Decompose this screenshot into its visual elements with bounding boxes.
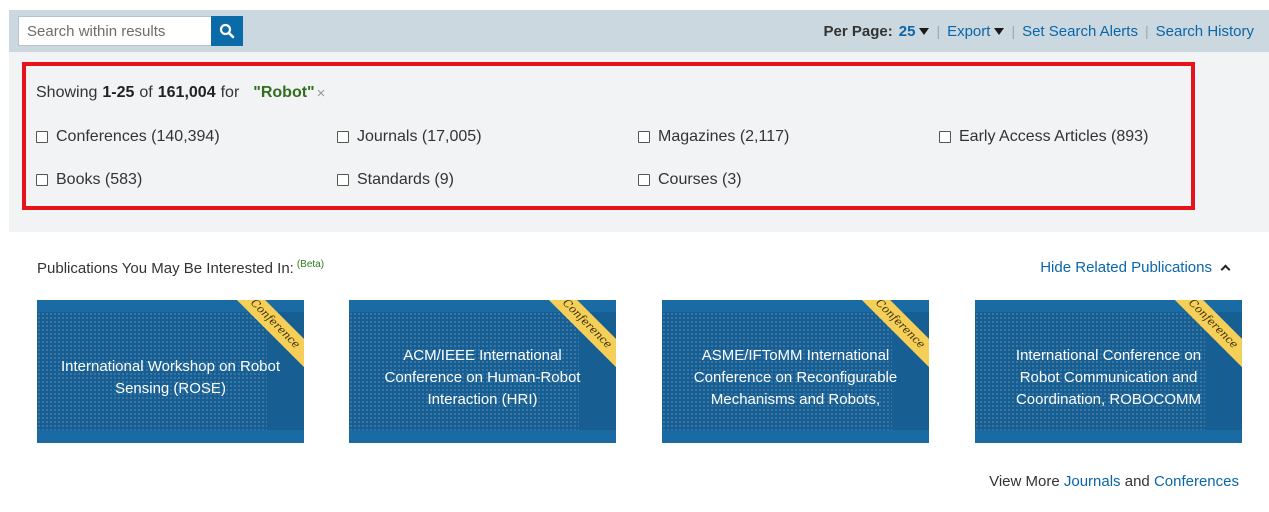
hide-related-publications-link[interactable]: Hide Related Publications (1040, 259, 1231, 276)
caret-down-icon (919, 28, 930, 36)
card-title: ACM/IEEE International Conference on Hum… (384, 347, 581, 408)
and-text: and (1124, 473, 1150, 490)
publication-card[interactable]: ASME/IFToMM International Conference on … (662, 300, 929, 443)
separator: | (1144, 23, 1149, 39)
set-search-alerts-link[interactable]: Set Search Alerts (1022, 23, 1138, 40)
conferences-link[interactable]: Conferences (1154, 473, 1239, 490)
search-icon (219, 23, 235, 39)
caret-down-icon (994, 28, 1005, 36)
search-within-results (18, 16, 243, 46)
separator: | (936, 23, 941, 39)
per-page-value: 25 (898, 22, 916, 40)
export-label: Export (947, 22, 991, 40)
per-page-select[interactable]: 25 (899, 23, 930, 40)
search-input[interactable] (18, 16, 211, 46)
card-title: ASME/IFToMM International Conference on … (693, 347, 898, 408)
search-button[interactable] (211, 16, 243, 46)
publication-card[interactable]: International Workshop on Robot Sensing … (37, 300, 304, 443)
publications-title: Publications You May Be Interested In: (37, 260, 294, 277)
publication-card[interactable]: International Conference on Robot Commun… (975, 300, 1242, 443)
chevron-up-icon (1220, 264, 1231, 275)
separator: | (1011, 23, 1016, 39)
per-page-label: Per Page: (823, 22, 893, 40)
publications-heading: Publications You May Be Interested In: (B… (37, 259, 324, 277)
publication-card[interactable]: ACM/IEEE International Conference on Hum… (349, 300, 616, 443)
journals-link[interactable]: Journals (1064, 473, 1121, 490)
card-title: International Workshop on Robot Sensing … (60, 358, 281, 397)
hide-label: Hide Related Publications (1040, 259, 1212, 276)
search-history-link[interactable]: Search History (1156, 23, 1254, 40)
highlight-box (22, 62, 1195, 210)
toolbar-actions: Per Page: 25 | Export | Set Search Alert… (824, 10, 1254, 52)
beta-label: (Beta) (296, 259, 325, 270)
results-toolbar: Per Page: 25 | Export | Set Search Alert… (9, 10, 1269, 52)
card-title: International Conference on Robot Commun… (1015, 347, 1202, 408)
export-dropdown[interactable]: Export (947, 22, 1005, 40)
view-more-text: View More (989, 473, 1060, 490)
view-more-line: View More Journals and Conferences (989, 473, 1239, 490)
